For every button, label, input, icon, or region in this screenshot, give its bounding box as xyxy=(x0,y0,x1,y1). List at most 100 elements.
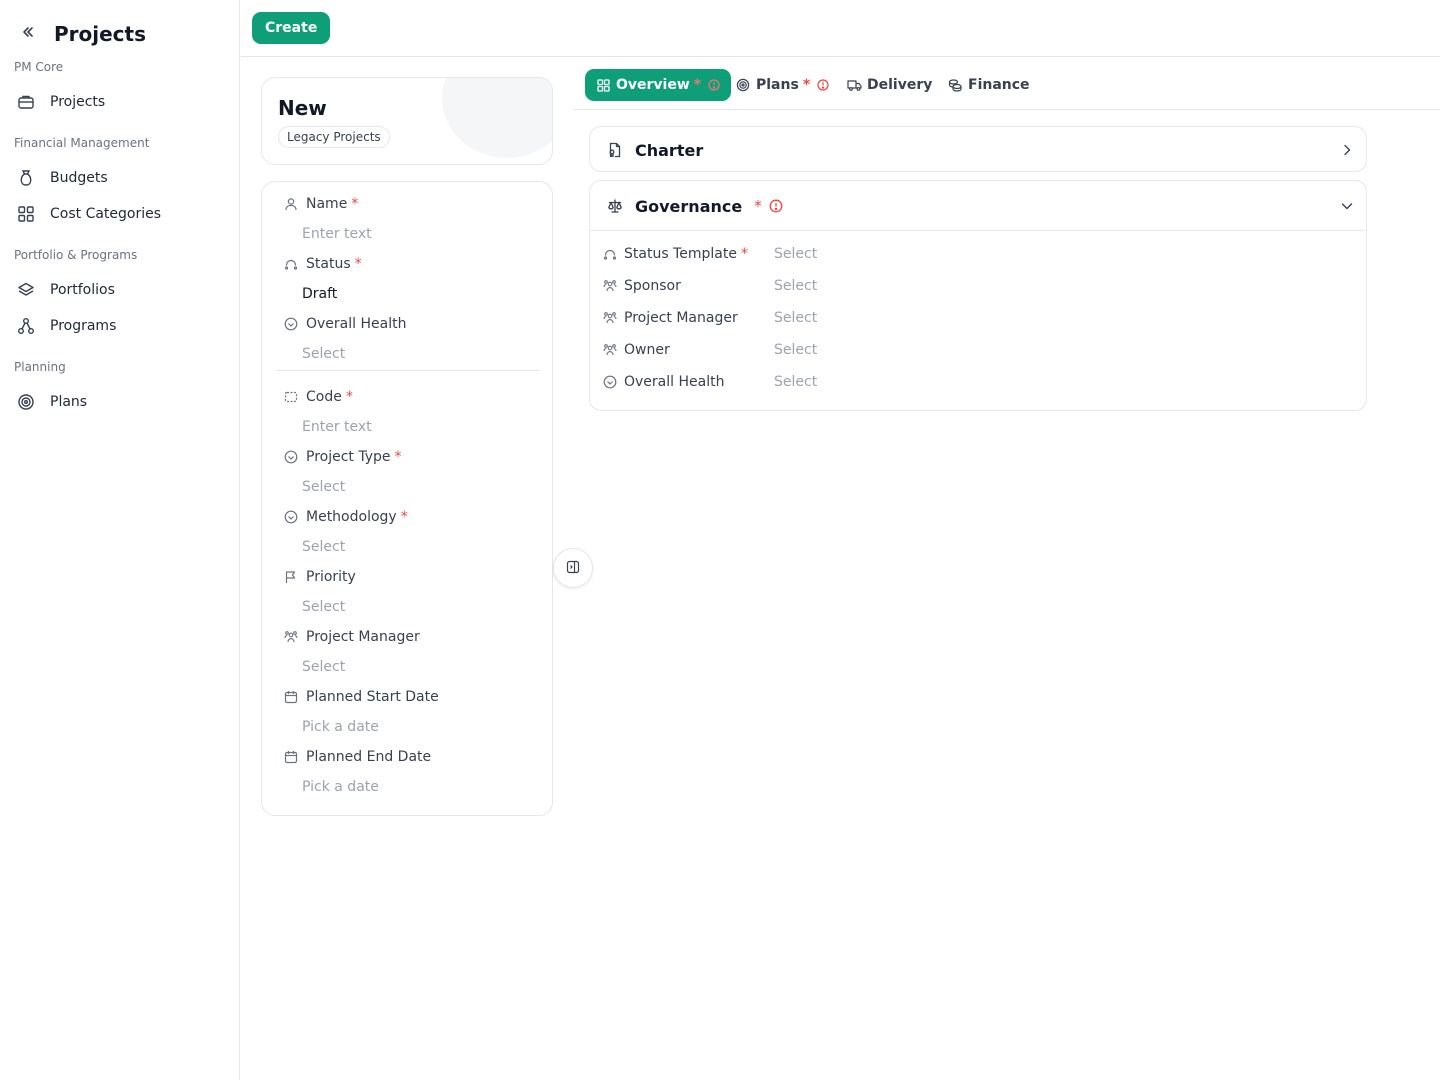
sidebar-header: Projects xyxy=(14,20,146,48)
field-label-status: Status * xyxy=(282,252,362,276)
chevron-right-icon[interactable] xyxy=(1338,141,1356,159)
methodology-select[interactable]: Select xyxy=(302,535,532,559)
users-icon xyxy=(602,342,618,358)
charter-title: Charter xyxy=(635,140,704,160)
required-mark: * xyxy=(740,246,748,262)
status-template-select[interactable]: Select xyxy=(774,246,817,262)
user-icon xyxy=(282,195,300,213)
charter-section-header[interactable]: Charter xyxy=(590,127,1366,173)
field-label: Status Template * xyxy=(624,246,748,262)
users-icon xyxy=(282,628,300,646)
form-divider xyxy=(276,370,540,371)
document-icon xyxy=(606,141,624,159)
field-label: Overall Health xyxy=(624,374,725,390)
owner-select[interactable]: Select xyxy=(774,342,817,358)
required-mark: * xyxy=(754,197,762,215)
warning-icon xyxy=(816,78,830,92)
layers-icon xyxy=(14,278,38,302)
required-mark: * xyxy=(345,389,353,405)
network-icon xyxy=(14,314,38,338)
sidebar-item-programs[interactable]: Programs xyxy=(14,310,226,342)
sidebar-item-projects[interactable]: Projects xyxy=(14,86,226,118)
governance-section: Governance * Status Template * Select Spo… xyxy=(589,180,1367,411)
sidebar-group-pm-core: PM Core xyxy=(14,60,64,74)
sponsor-select[interactable]: Select xyxy=(774,278,817,294)
sidebar-item-cost-categories[interactable]: Cost Categories xyxy=(14,198,226,230)
charter-section: Charter xyxy=(589,126,1367,172)
field-label-planned-end-date: Planned End Date xyxy=(282,745,431,769)
sidebar-group-financial: Financial Management xyxy=(14,136,150,150)
sidebar-item-label: Portfolios xyxy=(50,282,115,298)
toggle-panel-button[interactable] xyxy=(553,548,593,588)
project-manager-select[interactable]: Select xyxy=(774,310,817,326)
status-icon xyxy=(282,255,300,273)
field-label-overall-health: Overall Health xyxy=(282,312,406,336)
governance-row-sponsor: Sponsor Select xyxy=(602,274,1362,298)
code-input[interactable]: Enter text xyxy=(302,415,532,439)
app-title: Projects xyxy=(54,22,147,46)
coins-icon xyxy=(947,77,963,93)
sidebar-item-budgets[interactable]: Budgets xyxy=(14,162,226,194)
project-type-select[interactable]: Select xyxy=(302,475,532,499)
field-label: Project Manager xyxy=(624,310,738,326)
governance-title: Governance xyxy=(635,196,743,216)
sidebar: Projects PM Core Projects Financial Mana… xyxy=(0,0,240,1080)
users-icon xyxy=(602,310,618,326)
field-label-code: Code * xyxy=(282,385,353,409)
warning-icon xyxy=(707,78,721,92)
flag-icon xyxy=(282,568,300,586)
tab-finance[interactable]: Finance xyxy=(937,69,1040,101)
name-input[interactable]: Enter text xyxy=(302,222,532,246)
overall-health-select[interactable]: Select xyxy=(774,374,817,390)
sidebar-item-label: Budgets xyxy=(50,170,108,186)
sidebar-item-plans[interactable]: Plans xyxy=(14,386,226,418)
chevron-down-icon[interactable] xyxy=(1338,197,1356,215)
users-icon xyxy=(602,278,618,294)
section-divider xyxy=(590,230,1366,231)
status-icon xyxy=(602,246,618,262)
overall-health-select[interactable]: Select xyxy=(302,342,532,366)
governance-row-overall-health: Overall Health Select xyxy=(602,370,1362,394)
planned-end-date-picker[interactable]: Pick a date xyxy=(302,775,532,799)
field-label-methodology: Methodology * xyxy=(282,505,408,529)
tab-overview[interactable]: Overview * xyxy=(585,69,732,101)
required-mark: * xyxy=(354,256,362,272)
circle-check-icon xyxy=(282,448,300,466)
collapse-sidebar-button[interactable] xyxy=(14,20,42,48)
required-mark: * xyxy=(351,196,359,212)
sidebar-item-label: Projects xyxy=(50,94,106,110)
dashboard-icon xyxy=(595,77,611,93)
field-label: Owner xyxy=(624,342,670,358)
sidebar-item-label: Programs xyxy=(50,318,117,334)
panel-collapse-icon xyxy=(566,559,580,578)
governance-section-header[interactable]: Governance * xyxy=(590,181,1366,231)
record-header-card: New Legacy Projects xyxy=(261,77,553,165)
priority-select[interactable]: Select xyxy=(302,595,532,619)
chevrons-left-icon xyxy=(20,24,36,44)
briefcase-icon xyxy=(14,90,38,114)
required-mark: * xyxy=(400,509,408,525)
circle-check-icon xyxy=(602,374,618,390)
planned-start-date-picker[interactable]: Pick a date xyxy=(302,715,532,739)
create-button[interactable]: Create xyxy=(252,12,331,44)
required-mark: * xyxy=(394,449,402,465)
sidebar-group-planning: Planning xyxy=(14,360,66,374)
calendar-icon xyxy=(282,688,300,706)
form-card: Name * Enter text Status * Draft Overall H… xyxy=(261,181,553,816)
sidebar-item-portfolios[interactable]: Portfolios xyxy=(14,274,226,306)
scan-icon xyxy=(282,388,300,406)
field-label-name: Name * xyxy=(282,192,358,216)
governance-row-project-manager: Project Manager Select xyxy=(602,306,1362,330)
project-manager-select[interactable]: Select xyxy=(302,655,532,679)
tab-plans[interactable]: Plans * xyxy=(725,69,840,101)
field-label-priority: Priority xyxy=(282,565,356,589)
governance-row-owner: Owner Select xyxy=(602,338,1362,362)
tab-delivery[interactable]: Delivery xyxy=(836,69,942,101)
circle-check-icon xyxy=(282,315,300,333)
entity-badge: Legacy Projects xyxy=(278,126,390,148)
field-label: Sponsor xyxy=(624,278,681,294)
status-select[interactable]: Draft xyxy=(302,282,532,306)
target-icon xyxy=(735,77,751,93)
sidebar-group-portfolio: Portfolio & Programs xyxy=(14,248,138,262)
circle-check-icon xyxy=(282,508,300,526)
